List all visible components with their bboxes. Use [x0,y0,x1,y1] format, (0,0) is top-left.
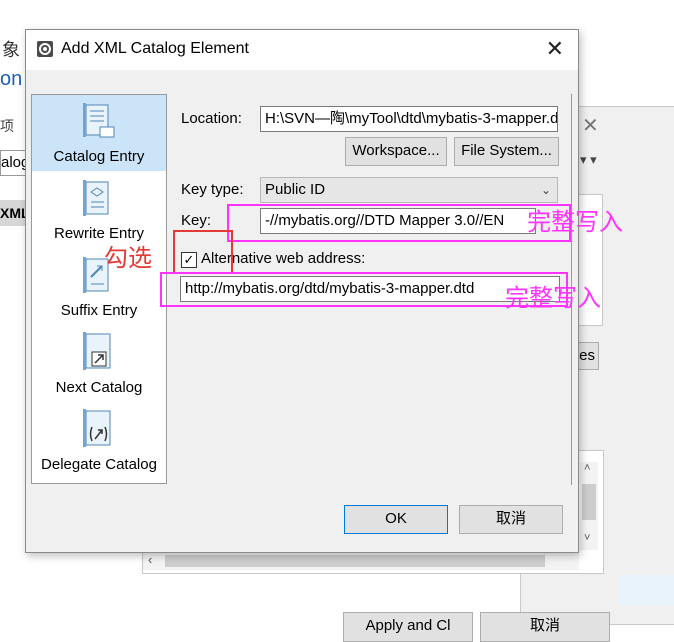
scroll-thumb [582,484,596,520]
url-annotation-text: 完整写入 [505,285,601,312]
delegate-catalog-icon [83,409,111,447]
checkbox-annotation-text: 勾选 [104,245,152,272]
background-scrollbar-vertical: ˄ ˅ [580,462,598,550]
rewrite-entry-icon [83,180,109,216]
workspace-button[interactable]: Workspace... [345,137,447,166]
dialog-title: Add XML Catalog Element [61,40,249,57]
next-catalog-icon [83,332,111,370]
chevron-down-icon: ⌄ [540,183,551,197]
background-menu-arrows: ▾ ▾ [580,152,597,167]
eclipse-gear-icon [37,41,53,57]
list-item-delegate-catalog[interactable]: Delegate Catalog [32,403,166,479]
list-item-catalog-entry[interactable]: Catalog Entry [32,95,166,171]
list-item-label: Catalog Entry [53,148,145,165]
background-link-text: on [0,68,23,90]
list-item-label: Delegate Catalog [41,456,157,473]
background-input: alog [0,150,26,176]
scroll-h-thumb [165,555,545,567]
list-item-label: Suffix Entry [60,302,138,319]
background-footer-strip [620,575,674,605]
key-annotation-text: 完整写入 [527,209,623,236]
list-item-next-catalog[interactable]: Next Catalog [32,326,166,402]
background-cancel-label: 取消 [529,617,560,634]
background-close-icon: ✕ [582,115,599,137]
dialog-titlebar[interactable]: Add XML Catalog Element ✕ [26,30,578,70]
background-char: 象 [2,40,20,60]
location-input[interactable]: H:\SVN—陶\myTool\dtd\mybatis-3-mapper.dtd [260,106,558,132]
scroll-down-arrow-icon: ˅ [584,532,591,544]
background-tab-label: 项 [0,118,14,134]
key-type-label: Key type: [181,181,244,198]
background-xml-text: XML C [0,205,26,221]
background-cancel-button: 取消 [480,612,610,642]
list-item-label: Next Catalog [55,379,143,396]
file-system-button[interactable]: File System... [454,137,559,166]
scroll-left-arrow-icon: ‹ [148,552,153,567]
background-input-text: alog [1,154,25,171]
key-highlight-box [227,204,571,242]
background-xml-header: XML C [0,200,26,226]
ok-button[interactable]: OK [344,505,448,534]
background-apply-close-label: Apply and Cl [365,617,451,634]
cancel-button[interactable]: 取消 [459,505,563,534]
list-item-rewrite-entry[interactable]: Rewrite Entry [32,172,166,248]
catalog-entry-icon [83,103,115,138]
close-icon[interactable]: ✕ [546,36,564,62]
checkbox-highlight-box [173,230,233,274]
background-apply-close-button: Apply and Cl [343,612,473,642]
element-type-list: Catalog Entry Rewrite Entry Suffix Entry [31,94,167,484]
key-type-select[interactable]: Public ID ⌄ [260,177,558,203]
location-label: Location: [181,110,242,127]
key-type-value: Public ID [265,181,326,198]
key-label: Key: [181,212,212,229]
background-scrollbar-horizontal: ‹ [143,552,579,570]
background-button-es-label: es [579,347,595,364]
background-button-es: es [577,342,599,370]
scroll-up-arrow-icon: ˄ [584,462,591,474]
